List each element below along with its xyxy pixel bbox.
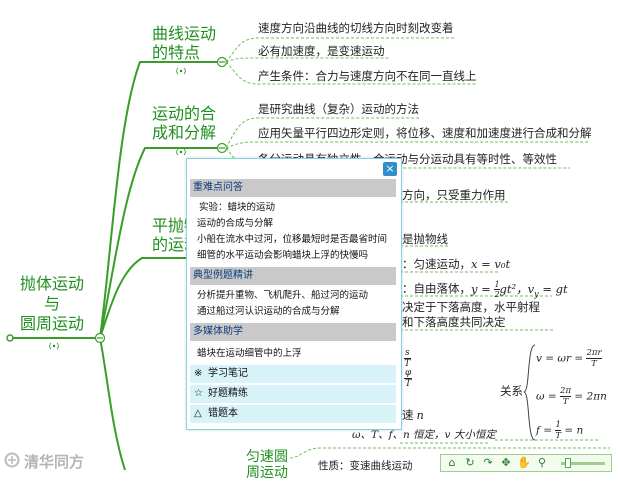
popup-item[interactable]: 小船在流水中过河，位移最短时是否最省时间 (197, 235, 387, 245)
leaf-quxian-2[interactable]: 必有加速度，是变速运动 (258, 45, 385, 58)
leaf-pingpao-3[interactable]: ：匀速运动，x = v₀t (402, 257, 511, 271)
node-hecheng-line2: 成和分解 (152, 123, 217, 142)
relation-formula-2-den: T (562, 397, 569, 407)
leaf-yuanzhou-n: n (416, 408, 424, 422)
leaf-pingpao-2[interactable]: 是抛物线 (402, 233, 448, 246)
node-quxian[interactable]: 曲线运动 的特点 (152, 26, 216, 61)
relation-formula-1-num: 2πr (586, 348, 602, 359)
relation-formula-1: v = ωr = 2πr T (536, 348, 602, 369)
popup-item[interactable]: 运动的合成与分解 (197, 219, 273, 229)
watermark-text: 清华同方 (24, 453, 85, 471)
formula-y: y = 1 2 gt²，vy = gt (471, 280, 568, 299)
relation-formula-3-right: = n (561, 424, 584, 437)
leaf-quxian-3[interactable]: 产生条件：合力与速度方向不在同一直线上 (258, 70, 477, 83)
popup-item[interactable]: 通过船过河认识运动的合成与分解 (197, 307, 340, 317)
audio-icon-root[interactable] (49, 342, 59, 350)
relation-formula-1-left: v = ωr = (536, 352, 587, 365)
relation-formula-2-right: = 2πn (571, 390, 607, 403)
node-hecheng-line1: 运动的合 (152, 104, 217, 123)
relation-formula-2-left: ω = (536, 390, 561, 403)
triangle-icon: △ (194, 408, 202, 419)
exercises-label: 好题精练 (208, 388, 248, 399)
exercises-button[interactable]: ☆ 好题精练 (190, 385, 396, 403)
star-icon: ☆ (194, 388, 203, 399)
node-yunsu[interactable]: 匀速圆 周运动 (246, 450, 288, 480)
root-line3: 圆周运动 (19, 314, 84, 333)
node-quxian-line2: 的特点 (152, 43, 201, 62)
root-left-knob (6, 334, 14, 342)
redo-icon[interactable]: ↷ (481, 456, 495, 470)
leaf-pingpao-6[interactable]: 和下落高度共同决定 (402, 316, 506, 329)
leaf-yuanzhou-speed-text: 速 (402, 408, 414, 422)
leaf-yuanzhou-relation[interactable]: 关系 (500, 385, 523, 398)
map-toolbar: ⌂ ↻ ↷ ✥ ✋ ⚲ (440, 454, 612, 472)
error-book-button[interactable]: △ 错题本 (190, 405, 396, 423)
branch-line-yuanzhou (99, 337, 126, 471)
zoom-slider-handle[interactable] (565, 458, 571, 468)
popup-section-title-3: 多媒体助学 (190, 323, 396, 341)
relation-formula-2: ω = 2π T = 2πn (536, 386, 607, 407)
relation-formula-1-den: T (591, 359, 597, 369)
audio-icon-hecheng[interactable] (176, 148, 186, 156)
formula-v-num: s (404, 348, 411, 359)
close-icon[interactable]: × (383, 162, 397, 176)
root-line2: 与 (43, 294, 60, 313)
popup-item[interactable]: 细管的水平运动会影响蜡块上浮的快慢吗 (197, 251, 368, 261)
node-yunsu-line2: 周运动 (246, 465, 288, 481)
popup-item[interactable]: 分析提升重物、飞机爬升、船过河的运动 (197, 291, 368, 301)
leaf-pingpao-4[interactable]: ：自由落体，y = 1 2 gt²，vy = gt (402, 280, 568, 299)
node-yunsu-line1: 匀速圆 (246, 449, 288, 465)
leaf-pingpao-1[interactable]: 方向，只受重力作用 (402, 189, 506, 202)
hand-icon[interactable]: ✋ (517, 456, 531, 470)
root-node[interactable]: 抛体运动 与 圆周运动 (16, 276, 88, 332)
leaf-yunsu-1[interactable]: 性质：变速曲线运动 (318, 461, 413, 472)
relation-formula-2-num: 2π (560, 386, 572, 397)
node-quxian-line1: 曲线运动 (152, 24, 217, 43)
relation-brace (523, 344, 536, 441)
formula-y-right: gt² (499, 281, 517, 296)
node-hecheng[interactable]: 运动的合 成和分解 (152, 106, 216, 141)
knowledge-popup: × 重难点问答 实验：蜡块的运动 运动的合成与分解 小船在流水中过河，位移最短时… (186, 158, 402, 430)
refresh-icon[interactable]: ↻ (463, 456, 477, 470)
formula-omega-den: T (405, 379, 412, 389)
note-icon: ※ (194, 368, 203, 379)
leaf-hecheng-1[interactable]: 是研究曲线（复杂）运动的方法 (258, 103, 419, 116)
formula-y-left: y = (471, 281, 495, 296)
popup-section-title-2: 典型例题精讲 (190, 267, 396, 285)
popup-item[interactable]: 实验：蜡块的运动 (199, 203, 275, 213)
leaf-pingpao-3-text: ：匀速运动， (402, 257, 471, 271)
leaf-pingpao-5[interactable]: 决定于下落高度，水平射程 (402, 301, 540, 314)
formula-omega-num: φ (404, 368, 413, 379)
leaf-pingpao-4-text: ：自由落体， (402, 281, 471, 296)
relation-formula-3-left: f = (536, 424, 556, 437)
leaf-hecheng-2[interactable]: 应用矢量平行四边形定则，将位移、速度和加速度进行合成和分解 (258, 127, 592, 140)
leaf-yuanzhou-speed[interactable]: 速n (402, 408, 424, 422)
error-book-label: 错题本 (208, 408, 238, 419)
formula-vy-right: = gt (538, 281, 568, 296)
formula-x: x = v₀t (471, 257, 511, 271)
move-icon[interactable]: ✥ (499, 456, 513, 470)
zoom-icon[interactable]: ⚲ (535, 456, 549, 470)
popup-section-title-1: 重难点问答 (190, 179, 396, 197)
study-notes-label: 学习笔记 (208, 368, 248, 379)
formula-omega-fraction: φ T (404, 368, 413, 389)
audio-icon-quxian[interactable] (176, 67, 186, 75)
formula-v-fraction: s T (404, 348, 411, 369)
root-line1: 抛体运动 (19, 274, 84, 293)
leaf-yuanzhou-constant[interactable]: ω、T、f、n 恒定，v 大小恒定 (352, 430, 496, 441)
leaf-quxian-1[interactable]: 速度方向沿曲线的切线方向时刻改变着 (258, 22, 454, 35)
brand-logo-icon (4, 452, 20, 468)
popup-item[interactable]: 蜡块在运动细管中的上浮 (197, 349, 302, 359)
home-icon[interactable]: ⌂ (445, 456, 459, 470)
study-notes-button[interactable]: ※ 学习笔记 (190, 365, 396, 383)
relation-formula-3: f = 1T = n (536, 420, 583, 441)
